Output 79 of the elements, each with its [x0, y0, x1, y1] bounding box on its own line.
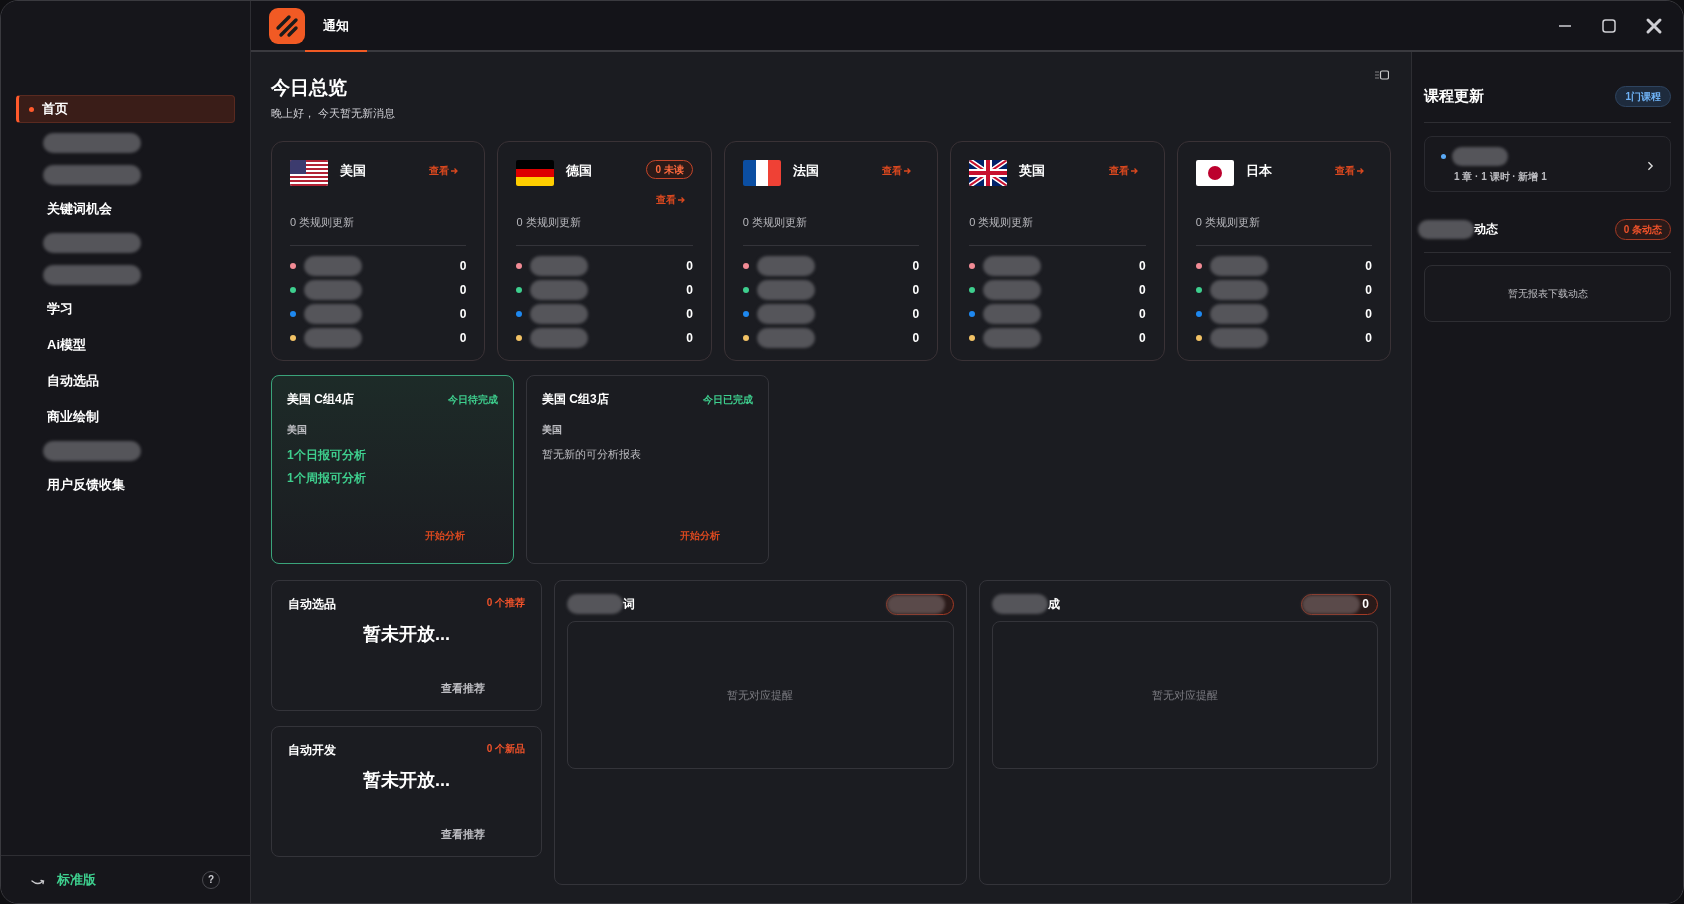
course-item[interactable]: 1 章 · 1 课时 · 新增 1 [1424, 135, 1671, 192]
view-link[interactable]: 查看 [1108, 163, 1138, 178]
feature-title: 自动开发 [288, 742, 336, 759]
count-value: 0 [686, 282, 693, 299]
store-title: 美国 C组3店 [542, 391, 609, 408]
empty-state-text: 暂无对应提醒 [1151, 687, 1218, 703]
count-value: 0 [912, 330, 920, 347]
rules-update-text: 0 类规则更新 [742, 216, 807, 228]
store-card[interactable]: 美国 C组4店 今日待完成 美国 1个日报可分析 1个周报可分析 开始分析 [271, 375, 514, 564]
overview-title: 今日总览 [271, 76, 348, 100]
count-value: 0 [1365, 282, 1373, 299]
rules-update-text: 0 类规则更新 [1195, 216, 1260, 228]
store-title: 美国 C组4店 [287, 391, 354, 408]
start-analysis-link[interactable]: 开始分析 [425, 528, 465, 543]
sidebar-item[interactable]: 商业绘制 [16, 403, 235, 431]
count-value: 0 [1138, 258, 1146, 275]
store-status: 今日已完成 [703, 392, 753, 407]
country-name: 英国 [1019, 162, 1046, 180]
report-status-text: 1个日报可分析 [287, 447, 367, 464]
empty-state-text: 暂无报表下载动态 [1507, 286, 1588, 301]
store-status: 今日待完成 [448, 392, 498, 407]
count-value: 0 [1365, 306, 1373, 323]
unread-badge: 0 未读 [646, 160, 693, 179]
downloads-title: 动态 [1474, 221, 1498, 238]
badge-count: 0 [1362, 596, 1369, 613]
country-name: 日本 [1245, 162, 1272, 180]
view-link[interactable]: 查看 [882, 163, 912, 178]
report-status-text: 1个周报可分析 [287, 470, 367, 487]
activity-count-badge: 0 条动态 [1614, 218, 1671, 240]
count-value: 0 [1138, 330, 1146, 347]
view-link[interactable]: 查看 [655, 192, 685, 207]
count-value: 0 [686, 330, 693, 347]
country-name: 美国 [340, 162, 366, 180]
feature-count: 0 个新品 [486, 741, 525, 756]
count-value: 0 [1365, 330, 1373, 347]
not-open-message: 暂未开放... [363, 769, 450, 792]
start-analysis-link[interactable]: 开始分析 [680, 528, 720, 543]
sidebar-item[interactable]: 自动选品 [16, 367, 235, 395]
count-value: 0 [459, 306, 467, 323]
feature-title: 自动选品 [288, 596, 336, 613]
count-value: 0 [459, 330, 467, 347]
panel-title: 词 [623, 596, 635, 613]
empty-state-text: 暂无对应提醒 [727, 687, 794, 703]
course-title: 课程更新 [1424, 86, 1484, 106]
sidebar-item[interactable]: Ai模型 [16, 331, 235, 359]
course-meta: 1 章 · 1 课时 · 新增 1 [1454, 169, 1547, 184]
country-name: 德国 [566, 162, 593, 180]
count-value: 0 [1138, 282, 1146, 299]
count-value: 0 [686, 306, 693, 323]
plan-label: 标准版 [57, 870, 96, 889]
count-value: 0 [459, 258, 467, 275]
overview-subtitle: 晚上好， 今天暂无新消息 [271, 105, 396, 121]
feature-count: 0 个推荐 [486, 595, 525, 610]
count-value: 0 [1365, 258, 1373, 275]
course-count-badge: 1门课程 [1615, 85, 1671, 107]
rules-update-text: 0 类规则更新 [969, 216, 1034, 228]
rules-update-text: 0 类规则更新 [290, 216, 355, 228]
sidebar-item[interactable]: 关键词机会 [16, 195, 235, 223]
view-recommendations-link[interactable]: 查看推荐 [441, 825, 485, 842]
view-link[interactable]: 查看 [429, 163, 459, 178]
view-recommendations-link[interactable]: 查看推荐 [441, 679, 485, 696]
report-status-text: 暂无新的可分析报表 [542, 447, 642, 462]
view-link[interactable]: 查看 [1335, 163, 1365, 178]
store-country: 美国 [542, 423, 563, 437]
country-name: 法国 [792, 162, 819, 180]
sidebar-item[interactable]: 学习 [16, 295, 235, 323]
count-value: 0 [686, 258, 693, 275]
store-card[interactable]: 美国 C组3店 今日已完成 美国 暂无新的可分析报表 开始分析 [526, 375, 769, 564]
panel-title: 成 [1047, 596, 1060, 613]
count-value: 0 [912, 282, 920, 299]
count-value: 0 [459, 282, 467, 299]
count-value: 0 [912, 306, 920, 323]
count-value: 0 [1138, 306, 1146, 323]
sidebar-item[interactable]: 用户反馈收集 [16, 471, 235, 499]
sidebar-item[interactable]: 首页 [16, 95, 235, 123]
count-value: 0 [912, 258, 920, 275]
rules-update-text: 0 类规则更新 [516, 216, 581, 228]
store-country: 美国 [287, 423, 308, 437]
not-open-message: 暂未开放... [363, 623, 450, 646]
